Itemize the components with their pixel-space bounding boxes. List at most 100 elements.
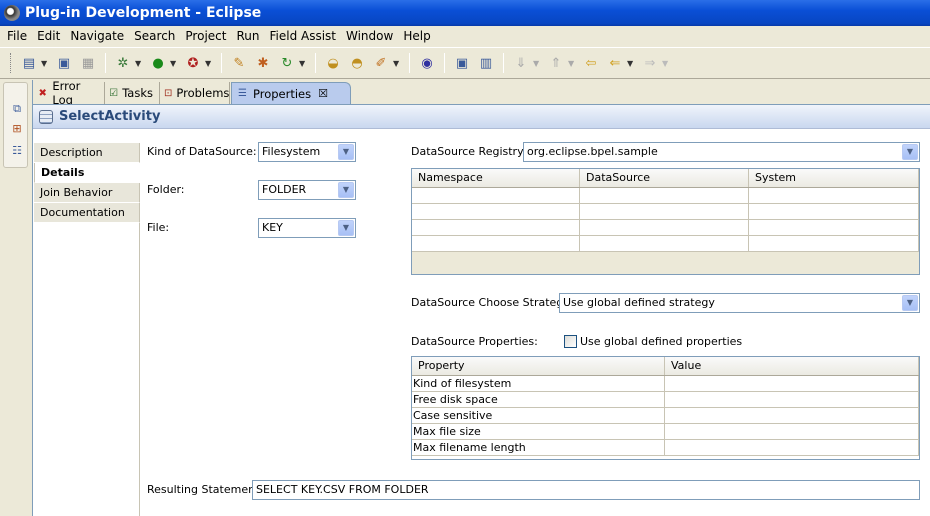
kind-of-datasource-combo[interactable]: Filesystem ▼ (258, 142, 356, 162)
save-copy-icon[interactable]: ▥ (477, 54, 495, 72)
table-cell (580, 220, 749, 235)
open-type-icon[interactable]: ◒ (324, 54, 342, 72)
new-dropdown-icon[interactable]: ▼ (41, 59, 49, 68)
table-row[interactable]: Free disk space (412, 392, 919, 408)
debug-dropdown-icon[interactable]: ▼ (135, 59, 143, 68)
column-system[interactable]: System (749, 169, 919, 187)
property-value[interactable] (665, 376, 919, 391)
table-row[interactable]: Kind of filesystem (412, 376, 919, 392)
new-plugin-icon[interactable]: ✎ (230, 54, 248, 72)
run-icon[interactable]: ● (149, 54, 167, 72)
tab-problems[interactable]: ⊡ Problems (160, 82, 230, 104)
chevron-down-icon[interactable]: ▼ (902, 144, 918, 160)
toolbar-grip[interactable] (10, 53, 13, 73)
update-dropdown-icon[interactable]: ▼ (299, 59, 307, 68)
previous-annotation-dropdown-icon[interactable]: ▼ (568, 59, 576, 68)
table-row[interactable] (412, 236, 919, 252)
pencil-dropdown-icon[interactable]: ▼ (393, 59, 401, 68)
table-row[interactable]: Max filename length (412, 440, 919, 456)
table-row[interactable]: Case sensitive (412, 408, 919, 424)
column-property[interactable]: Property (412, 357, 665, 375)
debug-icon[interactable]: ✲ (114, 54, 132, 72)
section-list: Description Details Join Behavior Docume… (34, 143, 140, 223)
datasource-registry-combo[interactable]: org.eclipse.bpel.sample ▼ (523, 142, 920, 162)
chevron-down-icon[interactable]: ▼ (338, 220, 354, 236)
toolbar-separator (105, 53, 106, 73)
external-tools-icon[interactable]: ✪ (184, 54, 202, 72)
next-annotation-dropdown-icon[interactable]: ▼ (533, 59, 541, 68)
new-icon[interactable]: ▤ (20, 54, 38, 72)
window-title: Plug-in Development - Eclipse (25, 5, 262, 21)
folder-value: FOLDER (262, 183, 307, 196)
minimized-stack: ⧉ ⊞ ☷ (3, 82, 28, 168)
chevron-down-icon[interactable]: ▼ (338, 182, 354, 198)
forward-icon[interactable]: ⇒ (641, 54, 659, 72)
property-value[interactable] (665, 440, 919, 455)
menu-navigate[interactable]: Navigate (65, 29, 129, 43)
table-cell (412, 204, 580, 219)
section-details[interactable]: Details (34, 163, 140, 183)
property-value[interactable] (665, 408, 919, 423)
tab-properties[interactable]: ☰ Properties ☒ (231, 82, 351, 104)
property-value[interactable] (665, 392, 919, 407)
new-feature-icon[interactable]: ✱ (254, 54, 272, 72)
next-annotation-icon[interactable]: ⇓ (512, 54, 530, 72)
menu-run[interactable]: Run (231, 29, 264, 43)
file-combo[interactable]: KEY ▼ (258, 218, 356, 238)
update-icon[interactable]: ↻ (278, 54, 296, 72)
properties-icon: ☰ (238, 88, 247, 99)
hierarchy-icon[interactable]: ⊞ (11, 123, 23, 135)
property-name: Kind of filesystem (412, 376, 665, 391)
close-icon[interactable]: ☒ (318, 87, 328, 100)
back-dropdown-icon[interactable]: ▼ (627, 59, 635, 68)
chevron-down-icon[interactable]: ▼ (902, 295, 918, 311)
run-dropdown-icon[interactable]: ▼ (170, 59, 178, 68)
table-row[interactable] (412, 204, 919, 220)
section-documentation[interactable]: Documentation (34, 203, 140, 223)
tab-error-log[interactable]: ✖ Error Log (33, 79, 105, 107)
property-name: Max filename length (412, 440, 665, 455)
resulting-statement-field[interactable]: SELECT KEY.CSV FROM FOLDER (252, 480, 920, 500)
previous-annotation-icon[interactable]: ⇑ (547, 54, 565, 72)
menu-help[interactable]: Help (398, 29, 435, 43)
table-row[interactable] (412, 220, 919, 236)
globe-icon[interactable]: ◉ (418, 54, 436, 72)
choose-strategy-combo[interactable]: Use global defined strategy ▼ (559, 293, 920, 313)
restore-icon[interactable]: ⧉ (11, 103, 23, 115)
property-value[interactable] (665, 424, 919, 439)
pencil-icon[interactable]: ✐ (372, 54, 390, 72)
print-icon[interactable]: ▦ (79, 54, 97, 72)
column-value[interactable]: Value (665, 357, 919, 375)
section-join-behavior[interactable]: Join Behavior (34, 183, 140, 203)
table-row[interactable]: Max file size (412, 424, 919, 440)
column-datasource[interactable]: DataSource (580, 169, 749, 187)
registry-table[interactable]: Namespace DataSource System (411, 168, 920, 275)
folder-combo[interactable]: FOLDER ▼ (258, 180, 356, 200)
menu-field-assist[interactable]: Field Assist (264, 29, 341, 43)
save-all-icon[interactable]: ▣ (453, 54, 471, 72)
open-resource-icon[interactable]: ◓ (348, 54, 366, 72)
save-icon[interactable]: ▣ (55, 54, 73, 72)
tab-tasks[interactable]: ☑ Tasks (105, 82, 160, 104)
column-namespace[interactable]: Namespace (412, 169, 580, 187)
last-edit-icon[interactable]: ⇦ (582, 54, 600, 72)
menu-file[interactable]: File (2, 29, 32, 43)
datasource-properties-table[interactable]: Property Value Kind of filesystem Free d… (411, 356, 920, 460)
menu-project[interactable]: Project (180, 29, 231, 43)
outline-icon[interactable]: ☷ (11, 145, 23, 157)
datasource-properties-label: DataSource Properties: (411, 335, 538, 348)
external-tools-dropdown-icon[interactable]: ▼ (205, 59, 213, 68)
back-icon[interactable]: ⇐ (606, 54, 624, 72)
use-global-properties-checkbox[interactable] (564, 335, 577, 348)
menu-edit[interactable]: Edit (32, 29, 65, 43)
forward-dropdown-icon[interactable]: ▼ (662, 59, 670, 68)
resulting-statement-label: Resulting Statement: (147, 483, 264, 496)
chevron-down-icon[interactable]: ▼ (338, 144, 354, 160)
menu-search[interactable]: Search (129, 29, 180, 43)
choose-strategy-label: DataSource Choose Strategy: (411, 296, 573, 309)
section-description[interactable]: Description (34, 143, 140, 163)
use-global-properties-label[interactable]: Use global defined properties (580, 335, 742, 348)
menu-window[interactable]: Window (341, 29, 398, 43)
table-cell (412, 188, 580, 203)
table-row[interactable] (412, 188, 919, 204)
